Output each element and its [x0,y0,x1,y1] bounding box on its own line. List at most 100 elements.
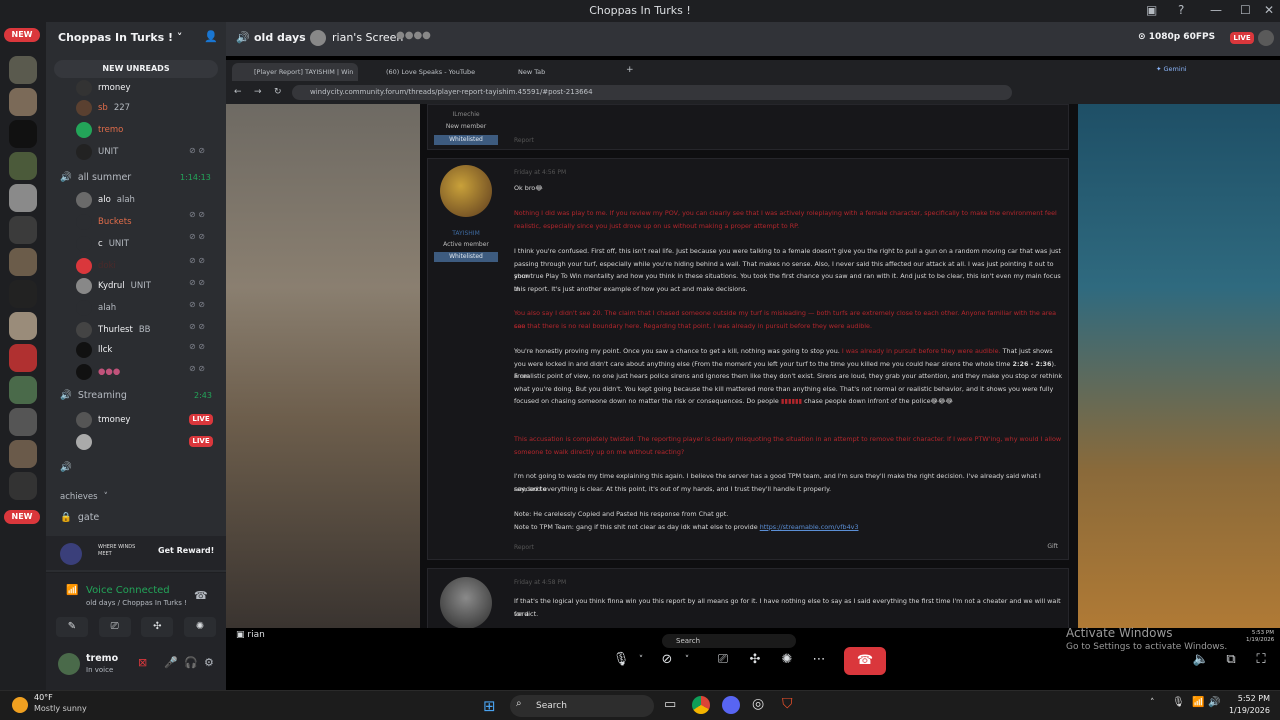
weather-desc[interactable]: Mostly sunny [34,704,87,713]
disconnect-call-button[interactable]: ☎ [844,647,886,675]
more-options-icon[interactable]: ⋯ [810,651,828,669]
microphone-icon[interactable]: 🎙 [612,651,630,669]
get-reward-button[interactable]: Get Reward! [158,546,214,555]
voice-user[interactable]: llck [76,342,112,358]
voice-channel-streaming[interactable]: 🔊 Streaming [60,390,127,401]
browser-tab[interactable]: New Tab [496,63,616,81]
voice-user[interactable]: rmoney [76,80,130,96]
voice-user[interactable]: doki [76,258,116,274]
chevron-down-icon[interactable]: ˅ [632,651,650,669]
activities-icon[interactable]: ✣ [746,651,764,669]
server-icon[interactable] [9,120,37,148]
report-link[interactable]: Report [514,544,534,551]
voice-channel-all-summer[interactable]: 🔊 all summer [60,172,131,183]
avatar[interactable] [440,165,492,217]
category-achieves[interactable]: achieves ˅ [60,492,108,502]
chevron-down-icon[interactable]: ˅ [678,651,696,669]
inbox-icon[interactable]: ▣ [1146,3,1157,17]
voice-user[interactable]: tmoney [76,412,130,428]
new-unreads-bar[interactable]: NEW UNREADS [54,60,218,78]
voice-user[interactable]: alo alah [76,192,135,208]
activities-icon[interactable]: ✣ [141,617,174,637]
server-icon[interactable] [9,216,37,244]
windows-start-icon[interactable]: ⊞ [483,697,496,715]
server-icon[interactable] [9,408,37,436]
add-member-icon[interactable]: 👤 [204,30,218,43]
new-badge-top[interactable]: NEW [4,28,40,42]
help-icon[interactable]: ? [1178,3,1184,17]
voice-channel[interactable]: 🔊 [60,462,72,473]
volume-icon[interactable]: 🔈 [1192,651,1210,669]
server-icon[interactable] [9,344,37,372]
soundboard-icon[interactable]: ✺ [778,651,796,669]
microphone-icon[interactable]: 🎙 [1172,697,1185,708]
post-username[interactable]: TAYISHIM [428,230,504,237]
share-screen-icon[interactable]: ⎚ [714,651,732,669]
server-icon[interactable] [9,280,37,308]
post-timestamp[interactable]: Friday at 4:56 PM [514,169,566,176]
back-icon[interactable]: ← [234,87,242,97]
server-name[interactable]: Choppas In Turks ! ˅ [58,31,182,44]
clock-time[interactable]: 5:52 PM [1226,694,1270,703]
chevron-up-icon[interactable]: ˄ [1150,698,1155,708]
address-bar[interactable]: windycity.community.forum/threads/player… [292,85,1012,100]
server-icon[interactable] [9,184,37,212]
maximize-button[interactable]: ☐ [1240,3,1251,17]
server-icon[interactable] [9,88,37,116]
disconnect-icon[interactable]: ☎ [194,589,208,602]
post-username[interactable]: ILmechie [428,111,504,118]
share-screen-icon[interactable]: ⎚ [98,617,131,637]
avatar[interactable] [440,577,492,628]
streamable-link[interactable]: https://streamable.com/vfb4v3 [760,523,859,531]
app-icon[interactable]: ◎ [752,696,764,712]
voice-location[interactable]: old days / Choppas In Turks ! [86,599,187,607]
settings-gear-icon[interactable]: ⚙ [204,656,214,669]
browser-tab[interactable]: [Player Report] TAYISHIM | Win [232,63,358,81]
voice-user[interactable]: UNIT [76,144,118,160]
gemini-button[interactable]: ✦ Gemini [1156,65,1187,73]
gift-button[interactable]: Gift [1047,543,1058,550]
task-view-icon[interactable]: ▭ [664,697,676,712]
close-button[interactable]: ✕ [1264,3,1274,17]
voice-user[interactable]: Kydrul UNIT [76,278,151,294]
server-icon[interactable] [9,248,37,276]
server-icon[interactable] [9,440,37,468]
voice-user[interactable]: alah [76,300,116,316]
voice-user[interactable]: c UNIT [76,236,129,252]
soundboard-icon[interactable]: ✺ [183,617,216,637]
voice-user[interactable]: tremo [76,122,123,138]
popout-icon[interactable]: ⧉ [1222,651,1240,669]
browser-tab[interactable]: (60) Love Speaks - YouTube [364,63,490,81]
chrome-icon[interactable] [692,696,710,714]
minimize-button[interactable]: — [1210,3,1222,17]
voice-user[interactable]: ●●● [76,364,120,380]
weather-temp[interactable]: 40°F [34,693,53,702]
server-icon[interactable] [9,56,37,84]
channel-gate[interactable]: 🔒 gate [60,512,99,523]
new-tab-icon[interactable]: + [626,65,634,75]
volume-icon[interactable]: 🔊 [1208,697,1220,708]
post-timestamp[interactable]: Friday at 4:58 PM [514,579,566,586]
server-icon[interactable] [9,376,37,404]
reload-icon[interactable]: ↻ [274,87,282,97]
fullscreen-icon[interactable]: ⛶ [1252,651,1270,669]
server-icon[interactable] [9,312,37,340]
avatar[interactable] [58,653,80,675]
voice-user[interactable]: Thurlest BB [76,322,151,338]
wifi-icon[interactable]: 📶 [1192,697,1204,708]
draw-icon[interactable]: ✎ [56,617,88,637]
clock-date[interactable]: 1/19/2026 [1226,706,1270,715]
voice-user[interactable] [76,434,92,450]
voice-user[interactable]: Buckets [76,214,132,230]
new-badge-bottom[interactable]: NEW [4,510,40,524]
camera-off-icon[interactable]: ⊠ [138,656,147,669]
camera-off-icon[interactable]: ⊘ [658,651,676,669]
taskbar-search[interactable]: Search [510,695,654,717]
voice-user[interactable]: sb 227 [76,100,130,116]
server-icon[interactable] [9,472,37,500]
headphones-icon[interactable]: 🎧 [184,656,198,669]
signal-icon[interactable]: 📶 [66,585,78,596]
microphone-icon[interactable]: 🎤 [164,656,178,669]
server-icon[interactable] [9,152,37,180]
viewer-avatars[interactable]: ●●●● [396,30,431,41]
